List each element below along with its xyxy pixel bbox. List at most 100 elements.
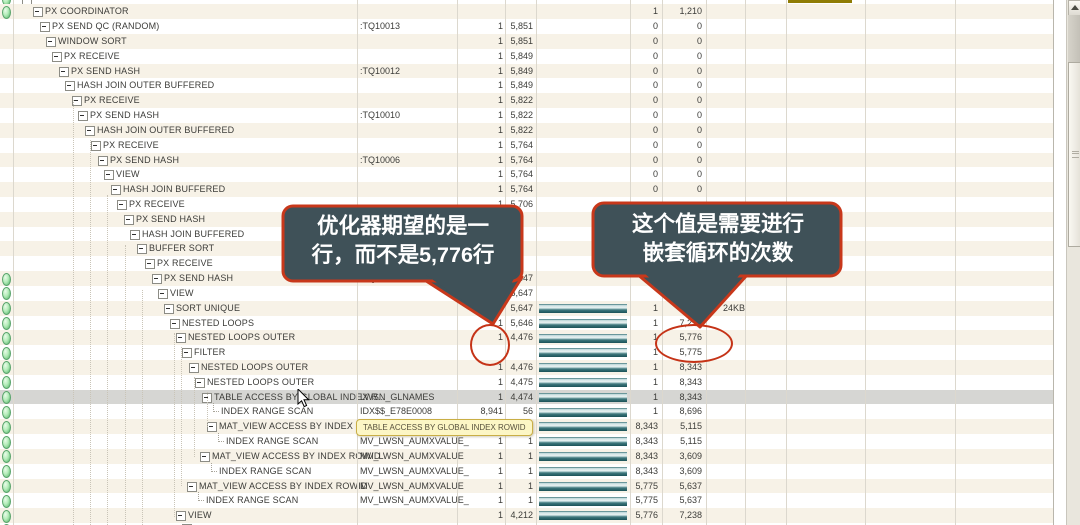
- plan-row[interactable]: PX SEND QC (RANDOM):TQ1001315,85100: [0, 19, 1053, 34]
- plan-row[interactable]: BUFFER SORT: [0, 241, 1053, 256]
- estimated-rows-value: 1: [458, 434, 503, 449]
- plan-row[interactable]: PX RECEIVE15,706: [0, 197, 1053, 212]
- plan-row[interactable]: PX SEND HASH:TQ1001015,82200: [0, 108, 1053, 123]
- expand-toggle[interactable]: [176, 511, 186, 521]
- cost-value: 5,764: [504, 182, 533, 197]
- expand-toggle[interactable]: [152, 274, 162, 284]
- executions-value: 0: [612, 64, 658, 79]
- tree-guide-line: [107, 195, 109, 525]
- expand-toggle[interactable]: [117, 200, 127, 210]
- expand-toggle[interactable]: [145, 259, 155, 269]
- operation-label: PX RECEIVE: [157, 256, 213, 271]
- expand-toggle[interactable]: [158, 289, 168, 299]
- expand-toggle[interactable]: [130, 230, 140, 240]
- actual-rows-value: 3,609: [660, 464, 702, 479]
- tree-elbow-connector: [211, 463, 217, 472]
- plan-row[interactable]: VIEW15,6478,327: [0, 286, 1053, 301]
- executions-value: 0: [612, 167, 658, 182]
- plan-row[interactable]: SORT UNIQUE15,64718,32724KB: [0, 301, 1053, 316]
- plan-row[interactable]: PX RECEIVE15,84900: [0, 49, 1053, 64]
- expand-toggle[interactable]: [78, 111, 88, 121]
- cost-value: 4,212: [504, 508, 533, 523]
- plan-row[interactable]: NESTED LOOPS OUTER14,47615,776: [0, 330, 1053, 345]
- expand-toggle[interactable]: [176, 333, 186, 343]
- plan-row[interactable]: PX SEND HASH: [0, 212, 1053, 227]
- expand-toggle[interactable]: [40, 22, 50, 32]
- estimated-rows-value: 1: [458, 49, 503, 64]
- plan-row[interactable]: PX SEND HASH:TQ1000615,76400: [0, 153, 1053, 168]
- plan-row[interactable]: INDEX RANGE SCANMV_LWSN_AUMXVALUE_118,34…: [0, 464, 1053, 479]
- operation-label: HASH JOIN OUTER BUFFERED: [77, 78, 214, 93]
- operation-label: INDEX RANGE SCAN: [226, 434, 318, 449]
- plan-row[interactable]: PX SEND HASH:TQ1001215,84900: [0, 64, 1053, 79]
- estimated-rows-value: 1: [458, 271, 503, 286]
- plan-row[interactable]: FILTER15,775: [0, 345, 1053, 360]
- expand-toggle[interactable]: [195, 378, 205, 388]
- actual-rows-value: 7,238: [660, 508, 702, 523]
- plan-row-partial-top[interactable]: [0, 0, 1053, 4]
- expand-toggle[interactable]: [91, 141, 101, 151]
- active-op-icon: [2, 495, 11, 508]
- plan-row[interactable]: HASH JOIN OUTER BUFFERED15,84900: [0, 78, 1053, 93]
- expand-toggle[interactable]: [22, 0, 32, 4]
- tree-guide-line: [73, 100, 75, 525]
- plan-row[interactable]: PX SEND HASH:TQ1000015,647: [0, 271, 1053, 286]
- expand-toggle[interactable]: [85, 126, 95, 136]
- plan-row[interactable]: HASH JOIN BUFFERED15,76400: [0, 182, 1053, 197]
- expand-toggle[interactable]: [124, 215, 134, 225]
- plan-row[interactable]: NESTED LOOPS OUTER14,47518,343: [0, 375, 1053, 390]
- expand-toggle[interactable]: [187, 482, 197, 492]
- expand-toggle[interactable]: [164, 304, 174, 314]
- plan-row[interactable]: PX RECEIVE15,82200: [0, 93, 1053, 108]
- operation-label: INDEX RANGE SCAN: [206, 493, 298, 508]
- expand-toggle[interactable]: [170, 319, 180, 329]
- expand-toggle[interactable]: [33, 7, 43, 17]
- cost-value: 1: [504, 449, 533, 464]
- expand-toggle[interactable]: [200, 452, 210, 462]
- plan-row[interactable]: MAT_VIEW ACCESS BY INDEX ROWIDMV_LWSN_AU…: [0, 449, 1053, 464]
- expand-toggle[interactable]: [182, 348, 192, 358]
- estimated-rows-value: 1: [458, 153, 503, 168]
- expand-toggle[interactable]: [111, 185, 121, 195]
- plan-row[interactable]: MAT_VIEW ACCESS BY INDEX ROWIDMV_LWSN_AU…: [0, 479, 1053, 494]
- cost-value: 5,764: [504, 167, 533, 182]
- plan-row[interactable]: NESTED LOOPS15,64617,238: [0, 316, 1053, 331]
- plan-row[interactable]: PX RECEIVE15,76400: [0, 138, 1053, 153]
- scroll-up-button[interactable]: [1068, 0, 1080, 16]
- actual-rows-value: 8,327: [660, 301, 702, 316]
- plan-row[interactable]: INDEX RANGE SCANIDX$$_E78E00088,9415618,…: [0, 404, 1053, 419]
- expand-toggle[interactable]: [98, 156, 108, 166]
- executions-value: 8,343: [612, 449, 658, 464]
- actual-rows-value: 0: [660, 64, 702, 79]
- expand-toggle[interactable]: [59, 67, 69, 77]
- operation-label: VIEW: [170, 286, 194, 301]
- executions-value: 8,343: [612, 464, 658, 479]
- expand-toggle[interactable]: [137, 244, 147, 254]
- scrollbar-thumb[interactable]: [1068, 62, 1080, 247]
- executions-value: 5,775: [612, 479, 658, 494]
- cost-value: 5,647: [504, 301, 533, 316]
- expand-toggle[interactable]: [189, 363, 199, 373]
- plan-row[interactable]: TABLE ACCESS BY GLOBAL INDEX R...LWSN_GL…: [0, 390, 1053, 405]
- vertical-scrollbar[interactable]: [1066, 0, 1080, 525]
- operation-label: NESTED LOOPS: [182, 316, 254, 331]
- plan-row[interactable]: VIEW15,76400: [0, 167, 1053, 182]
- plan-row[interactable]: PX RECEIVE: [0, 256, 1053, 271]
- cost-value: 1: [504, 479, 533, 494]
- estimated-rows-value: 1: [458, 197, 503, 212]
- plan-row[interactable]: HASH JOIN BUFFERED: [0, 227, 1053, 242]
- plan-row[interactable]: NESTED LOOPS OUTER14,47618,343: [0, 360, 1053, 375]
- plan-row[interactable]: PX COORDINATOR11,210: [0, 4, 1053, 19]
- plan-row[interactable]: HASH JOIN OUTER BUFFERED15,82200: [0, 123, 1053, 138]
- expand-toggle[interactable]: [104, 170, 114, 180]
- operation-label: NESTED LOOPS OUTER: [207, 375, 314, 390]
- expand-toggle[interactable]: [52, 52, 62, 62]
- scrollbar-track[interactable]: [1068, 15, 1080, 62]
- plan-row[interactable]: INDEX RANGE SCANMV_LWSN_AUMXVALUE_115,77…: [0, 493, 1053, 508]
- plan-row[interactable]: INDEX RANGE SCANMV_LWSN_AUMXVALUE_118,34…: [0, 434, 1053, 449]
- expand-toggle[interactable]: [65, 81, 75, 91]
- plan-row[interactable]: VIEW14,2125,7767,238: [0, 508, 1053, 523]
- plan-row[interactable]: WINDOW SORT15,85100: [0, 34, 1053, 49]
- expand-toggle[interactable]: [46, 37, 56, 47]
- column-separator: [865, 0, 866, 525]
